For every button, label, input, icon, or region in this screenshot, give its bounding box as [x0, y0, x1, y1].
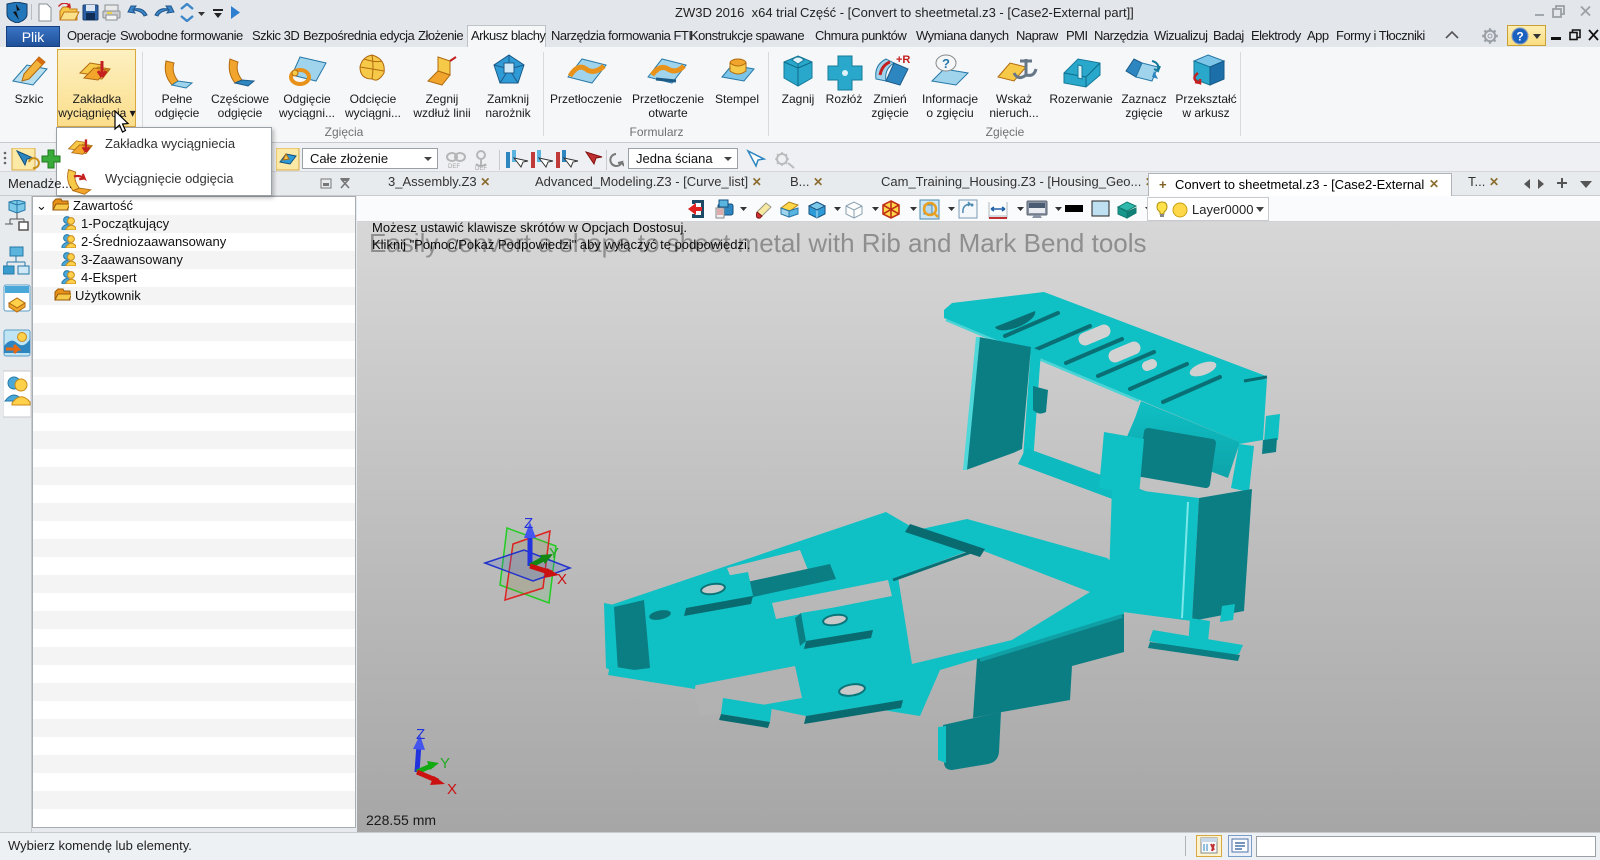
svg-text:Z: Z — [416, 726, 425, 743]
svg-text:?: ? — [1516, 30, 1523, 44]
svg-text:+R: +R — [896, 54, 910, 66]
svg-text:X: X — [447, 781, 457, 798]
svg-text:Z: Z — [524, 515, 533, 532]
svg-text:?: ? — [942, 56, 950, 71]
svg-text:DEF: DEF — [475, 166, 487, 171]
svg-text:DEF: DEF — [448, 164, 460, 170]
svg-text:Y: Y — [549, 545, 559, 562]
svg-text:X: X — [557, 571, 567, 588]
svg-text:Y: Y — [440, 755, 450, 772]
